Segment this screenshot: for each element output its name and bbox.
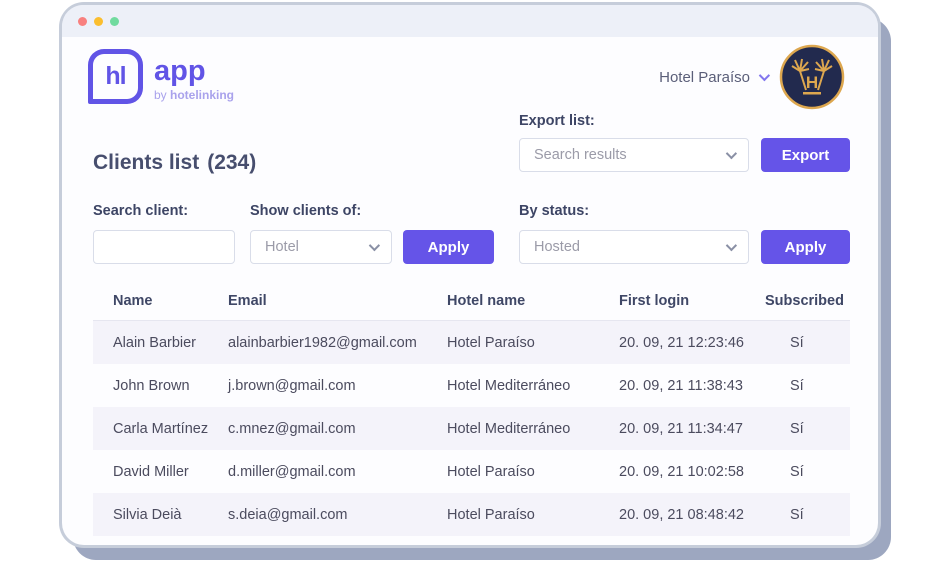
cell-name: John Brown: [113, 377, 190, 394]
page-title: Clients list (234): [93, 151, 256, 175]
chevron-down-icon: [368, 239, 381, 252]
cell-name: Carla Martínez: [113, 420, 209, 437]
table-header-row: Name Email Hotel name First login Subscr…: [93, 281, 850, 321]
account-area: Hotel Paraíso H: [659, 44, 845, 110]
brand-byline: by hotelinking: [154, 88, 234, 102]
status-filter-value: Hosted: [534, 239, 580, 255]
cell-email: alainbarbier1982@gmail.com: [228, 334, 417, 351]
cell-hotel: Hotel Paraíso: [447, 506, 535, 523]
cell-subscribed: Sí: [790, 334, 804, 351]
table-row: Carla Martínez c.mnez@gmail.com Hotel Me…: [93, 407, 850, 450]
cell-hotel: Hotel Paraíso: [447, 334, 535, 351]
chevron-down-icon: [758, 69, 771, 82]
search-client-label: Search client:: [93, 203, 189, 219]
table-row: Alain Barbier alainbarbier1982@gmail.com…: [93, 321, 850, 364]
cell-email: s.deia@gmail.com: [228, 506, 348, 523]
hotel-selector-label: Hotel Paraíso: [659, 68, 750, 86]
clients-count: (234): [207, 151, 257, 174]
cell-first-login: 20. 09, 21 08:48:42: [619, 506, 744, 523]
cell-first-login: 20. 09, 21 10:02:58: [619, 463, 744, 480]
table-row: John Brown j.brown@gmail.com Hotel Medit…: [93, 364, 850, 407]
cell-name: Silvia Deià: [113, 506, 182, 523]
cell-email: j.brown@gmail.com: [228, 377, 356, 394]
cell-name: Alain Barbier: [113, 334, 197, 351]
cell-hotel: Hotel Paraíso: [447, 463, 535, 480]
cell-email: c.mnez@gmail.com: [228, 420, 356, 437]
hotel-selector[interactable]: Hotel Paraíso: [659, 68, 771, 86]
cell-email: d.miller@gmail.com: [228, 463, 356, 480]
chevron-down-icon: [725, 239, 738, 252]
page-title-text: Clients list: [93, 151, 200, 174]
export-select[interactable]: Search results: [519, 138, 749, 172]
table-body: Alain Barbier alainbarbier1982@gmail.com…: [93, 321, 850, 536]
byline-brand: hotelinking: [170, 88, 235, 102]
column-header-name: Name: [113, 292, 153, 309]
column-header-email: Email: [228, 292, 267, 309]
window-maximize-icon[interactable]: [110, 16, 119, 26]
hotelinking-logo-icon: hl: [88, 49, 143, 104]
hotel-filter-value: Hotel: [265, 239, 299, 255]
export-select-value: Search results: [534, 147, 627, 163]
cell-first-login: 20. 09, 21 12:23:46: [619, 334, 744, 351]
cell-first-login: 20. 09, 21 11:34:47: [619, 420, 743, 437]
cell-subscribed: Sí: [790, 377, 804, 394]
logo-mark: hl: [105, 62, 126, 90]
table-row: David Miller d.miller@gmail.com Hotel Pa…: [93, 450, 850, 493]
window-titlebar: [62, 5, 878, 37]
show-clients-label: Show clients of:: [250, 203, 362, 219]
brand-logo: hl app by hotelinking: [88, 49, 234, 104]
avatar-underline: [803, 92, 821, 95]
cell-hotel: Hotel Mediterráneo: [447, 377, 571, 394]
chevron-down-icon: [725, 147, 738, 160]
status-filter-select[interactable]: Hosted: [519, 230, 749, 264]
apply-status-filter-button[interactable]: Apply: [761, 230, 850, 264]
brand-text: app by hotelinking: [154, 49, 234, 102]
avatar[interactable]: H: [779, 44, 845, 110]
table-row: Silvia Deià s.deia@gmail.com Hotel Paraí…: [93, 493, 850, 536]
app-name: app: [154, 55, 206, 87]
apply-hotel-filter-button[interactable]: Apply: [403, 230, 494, 264]
cell-subscribed: Sí: [790, 420, 804, 437]
app-window: hl app by hotelinking Hotel Paraíso H Ex…: [62, 5, 878, 545]
cell-first-login: 20. 09, 21 11:38:43: [619, 377, 743, 394]
cell-subscribed: Sí: [790, 506, 804, 523]
cell-hotel: Hotel Mediterráneo: [447, 420, 571, 437]
export-list-label: Export list:: [519, 113, 595, 129]
cell-name: David Miller: [113, 463, 189, 480]
cell-subscribed: Sí: [790, 463, 804, 480]
column-header-first-login: First login: [619, 292, 690, 309]
window-close-icon[interactable]: [78, 16, 87, 26]
byline-prefix: by: [154, 88, 171, 102]
hotel-filter-select[interactable]: Hotel: [250, 230, 392, 264]
search-client-input[interactable]: [93, 230, 235, 264]
column-header-subscribed: Subscribed: [765, 292, 844, 309]
window-minimize-icon[interactable]: [94, 16, 103, 26]
column-header-hotel: Hotel name: [447, 292, 526, 309]
by-status-label: By status:: [519, 203, 590, 219]
avatar-initial: H: [806, 73, 818, 92]
clients-table: Name Email Hotel name First login Subscr…: [93, 281, 850, 536]
export-button[interactable]: Export: [761, 138, 850, 172]
